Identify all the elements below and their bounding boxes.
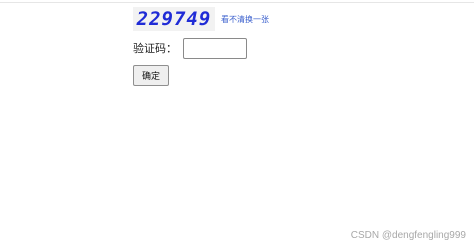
captcha-field-row: 验证码： [133, 37, 247, 59]
confirm-button[interactable]: 确定 [133, 65, 169, 86]
captcha-input[interactable] [183, 37, 247, 59]
captcha-code: 229749 [136, 8, 212, 30]
watermark: CSDN @dengfengling999 [350, 230, 466, 241]
refresh-captcha-link[interactable]: 看不清换一张 [221, 14, 269, 25]
captcha-row: 229749 看不清换一张 [133, 7, 269, 31]
captcha-image[interactable]: 229749 [133, 7, 215, 31]
top-divider [0, 2, 474, 3]
captcha-field-label: 验证码： [133, 43, 177, 55]
page: 229749 看不清换一张 验证码： 确定 CSDN @dengfengling… [0, 0, 474, 247]
